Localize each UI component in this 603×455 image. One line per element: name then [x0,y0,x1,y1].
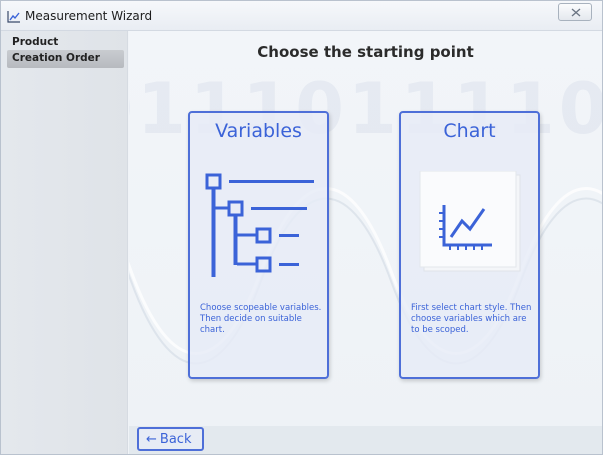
title-bar: Measurement Wizard [1,1,602,31]
window-title: Measurement Wizard [25,9,153,23]
back-button-label: Back [159,432,192,447]
chart-icon [419,171,521,272]
main-content: 10011101111010101 Choose the starting po… [129,31,602,454]
chart-app-icon [7,11,20,23]
variables-option-card[interactable]: Variables Choose scopeable variables. Th… [188,111,329,379]
card-description-variables: Choose scopeable variables. Then decide … [200,303,322,335]
wizard-steps-sidebar: Product Creation Order [1,31,128,454]
card-title-chart: Chart [443,120,496,142]
page-title: Choose the starting point [257,43,474,61]
back-arrow-icon: ← [146,432,157,447]
measurement-wizard-window: Measurement Wizard Product Creation Orde… [0,0,603,455]
chart-option-card[interactable]: Chart First select chart style. Then cho… [399,111,540,379]
back-button[interactable]: ← Back [137,427,204,451]
close-icon [571,8,581,17]
sidebar-item-creation-order[interactable]: Creation Order [7,50,124,68]
variables-tree-icon [205,173,314,277]
close-button[interactable] [558,3,592,21]
card-description-chart: First select chart style. Then choose va… [411,303,532,335]
wizard-footer: ← Back [129,426,602,454]
card-title-variables: Variables [215,120,302,142]
